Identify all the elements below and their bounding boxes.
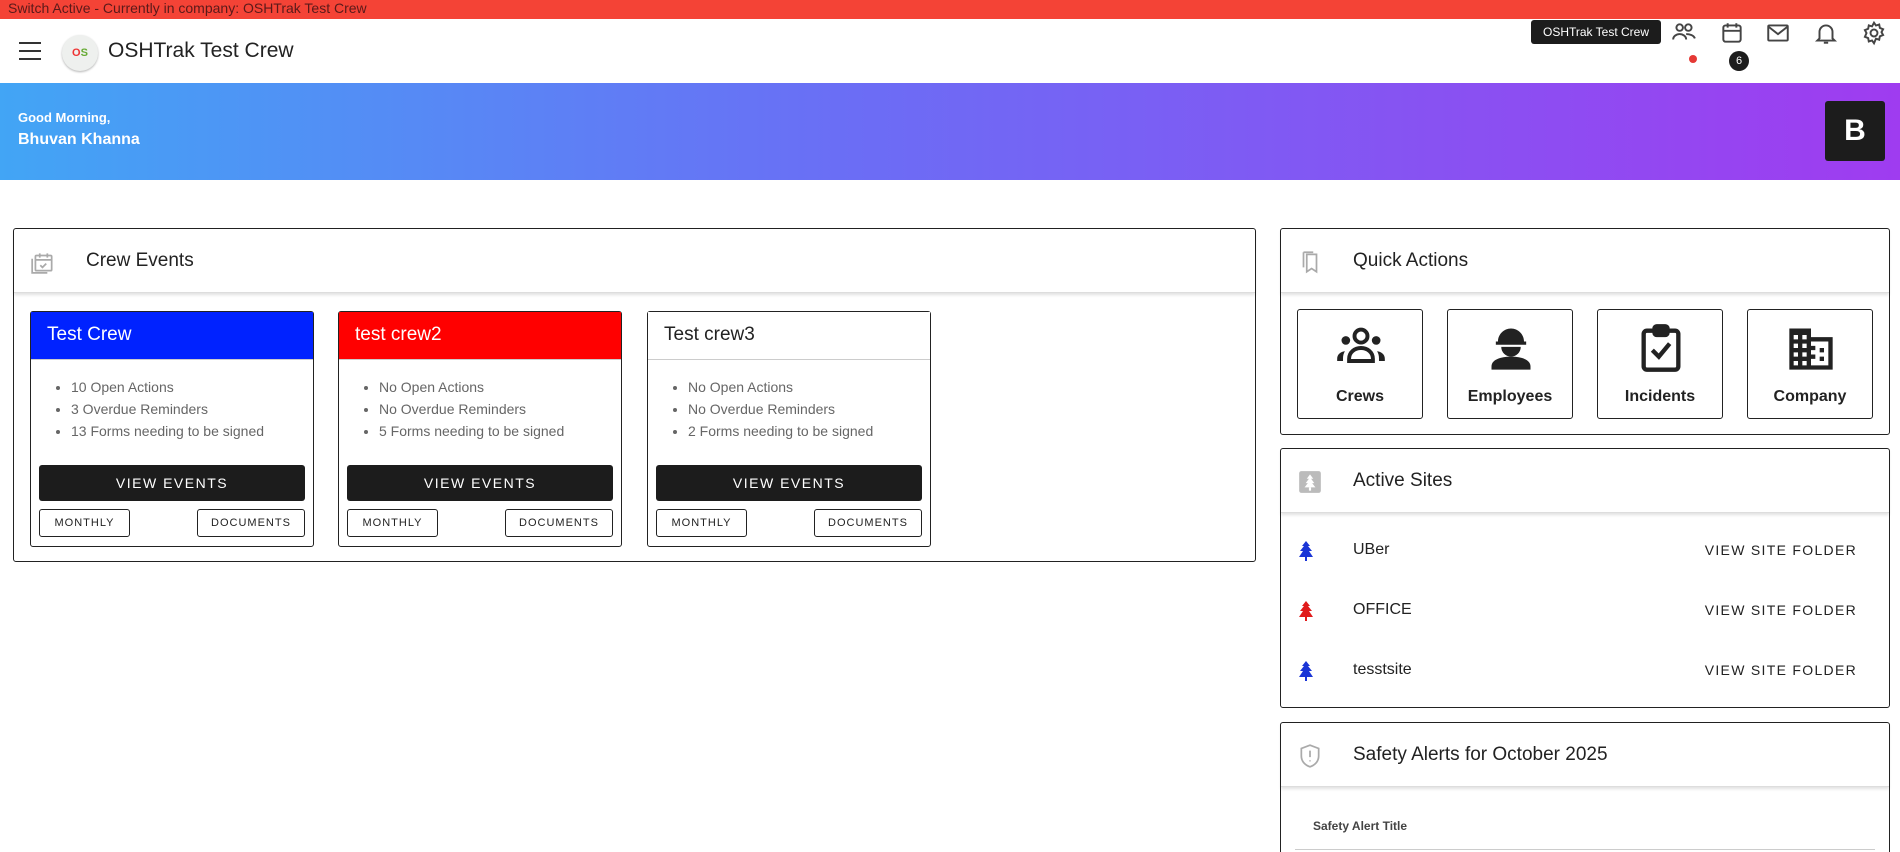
- switch-user-alert-dot: [1689, 55, 1697, 63]
- clipboard-check-icon: [1641, 324, 1681, 372]
- site-name: UBer: [1353, 541, 1390, 558]
- documents-button[interactable]: DOCUMENTS: [505, 509, 613, 537]
- quick-action-crews[interactable]: Crews: [1297, 309, 1423, 419]
- tree-icon: [1299, 471, 1321, 493]
- view-site-folder-button[interactable]: VIEW SITE FOLDER: [1705, 662, 1857, 678]
- quick-actions-header: Quick Actions: [1281, 229, 1889, 293]
- crew-stats-list: 10 Open Actions 3 Overdue Reminders 13 F…: [71, 376, 313, 442]
- calendar-badge: 6: [1729, 51, 1749, 71]
- crew-card-title: Test Crew: [31, 312, 313, 360]
- view-events-button[interactable]: VIEW EVENTS: [347, 465, 613, 501]
- documents-button[interactable]: DOCUMENTS: [197, 509, 305, 537]
- crew-stat: No Overdue Reminders: [688, 398, 930, 420]
- calendar-check-icon: [31, 253, 53, 274]
- documents-button[interactable]: DOCUMENTS: [814, 509, 922, 537]
- quick-actions-title: Quick Actions: [1353, 250, 1469, 271]
- quick-action-label: Company: [1773, 388, 1847, 405]
- crew-stat: 5 Forms needing to be signed: [379, 420, 621, 442]
- crew-card-title: Test crew3: [648, 312, 930, 360]
- monthly-button[interactable]: MONTHLY: [39, 509, 130, 537]
- shield-alert-icon: [1300, 744, 1320, 768]
- crew-stat: No Open Actions: [379, 376, 621, 398]
- safety-alerts-title: Safety Alerts for October 2025: [1353, 744, 1608, 765]
- crew-stat: 10 Open Actions: [71, 376, 313, 398]
- table-divider: [1295, 849, 1875, 850]
- active-sites-title: Active Sites: [1353, 470, 1453, 491]
- crew-stat: No Open Actions: [688, 376, 930, 398]
- crew-stat: 13 Forms needing to be signed: [71, 420, 313, 442]
- crew-stat: 3 Overdue Reminders: [71, 398, 313, 420]
- building-icon: [1789, 328, 1833, 370]
- menu-icon[interactable]: [19, 42, 41, 60]
- site-row: OFFICE VIEW SITE FOLDER: [1281, 581, 1889, 641]
- active-sites-panel: Active Sites UBer VIEW SITE FOLDER OFFIC…: [1280, 448, 1890, 708]
- monthly-button[interactable]: MONTHLY: [656, 509, 747, 537]
- crew-events-title: Crew Events: [86, 250, 194, 271]
- site-row: UBer VIEW SITE FOLDER: [1281, 521, 1889, 581]
- crew-card-title: test crew2: [339, 312, 621, 360]
- view-site-folder-button[interactable]: VIEW SITE FOLDER: [1705, 542, 1857, 558]
- switch-user-icon[interactable]: [1671, 20, 1697, 46]
- view-events-button[interactable]: VIEW EVENTS: [656, 465, 922, 501]
- bookmarks-icon: [1302, 251, 1318, 274]
- site-name: tesstsite: [1353, 661, 1412, 678]
- site-row: tesstsite VIEW SITE FOLDER: [1281, 641, 1889, 701]
- avatar[interactable]: B: [1825, 101, 1885, 161]
- quick-actions-panel: Quick Actions Crews Employees Incidents …: [1280, 228, 1890, 435]
- quick-action-label: Incidents: [1624, 388, 1696, 405]
- company-chip[interactable]: OSHTrak Test Crew: [1531, 20, 1662, 44]
- switch-active-banner: Switch Active - Currently in company: OS…: [0, 0, 1900, 19]
- site-name: OFFICE: [1353, 601, 1412, 618]
- crew-events-header: Crew Events: [14, 229, 1255, 293]
- active-sites-header: Active Sites: [1281, 449, 1889, 513]
- quick-action-employees[interactable]: Employees: [1447, 309, 1573, 419]
- mail-icon[interactable]: [1765, 20, 1791, 46]
- safety-alerts-panel: Safety Alerts for October 2025 Safety Al…: [1280, 722, 1890, 852]
- tree-icon: [1299, 541, 1313, 561]
- crew-card: Test crew3 No Open Actions No Overdue Re…: [647, 311, 931, 547]
- user-name: Bhuvan Khanna: [18, 131, 140, 148]
- groups-icon: [1337, 327, 1385, 363]
- greeting-text: Good Morning,: [18, 110, 111, 125]
- crew-stats-list: No Open Actions No Overdue Reminders 5 F…: [379, 376, 621, 442]
- safety-alerts-header: Safety Alerts for October 2025: [1281, 723, 1889, 787]
- quick-action-label: Employees: [1467, 388, 1553, 405]
- bell-icon[interactable]: [1813, 20, 1839, 46]
- gear-icon[interactable]: [1861, 20, 1887, 46]
- crew-card: test crew2 No Open Actions No Overdue Re…: [338, 311, 622, 547]
- quick-action-company[interactable]: Company: [1747, 309, 1873, 419]
- crew-stat: No Overdue Reminders: [379, 398, 621, 420]
- view-events-button[interactable]: VIEW EVENTS: [39, 465, 305, 501]
- view-site-folder-button[interactable]: VIEW SITE FOLDER: [1705, 602, 1857, 618]
- app-title: OSHTrak Test Crew: [108, 39, 294, 62]
- quick-action-label: Crews: [1335, 388, 1385, 405]
- tree-icon: [1299, 601, 1313, 621]
- greeting-banner: Good Morning, Bhuvan Khanna B: [0, 83, 1900, 180]
- crew-events-panel: Crew Events Test Crew 10 Open Actions 3 …: [13, 228, 1256, 562]
- engineer-icon: [1491, 328, 1531, 370]
- app-logo[interactable]: OS: [62, 35, 98, 71]
- quick-action-incidents[interactable]: Incidents: [1597, 309, 1723, 419]
- crew-stats-list: No Open Actions No Overdue Reminders 2 F…: [688, 376, 930, 442]
- calendar-icon[interactable]: [1719, 20, 1745, 46]
- safety-alert-column-header[interactable]: Safety Alert Title: [1313, 819, 1407, 833]
- tree-icon: [1299, 661, 1313, 681]
- crew-card: Test Crew 10 Open Actions 3 Overdue Remi…: [30, 311, 314, 547]
- crew-stat: 2 Forms needing to be signed: [688, 420, 930, 442]
- monthly-button[interactable]: MONTHLY: [347, 509, 438, 537]
